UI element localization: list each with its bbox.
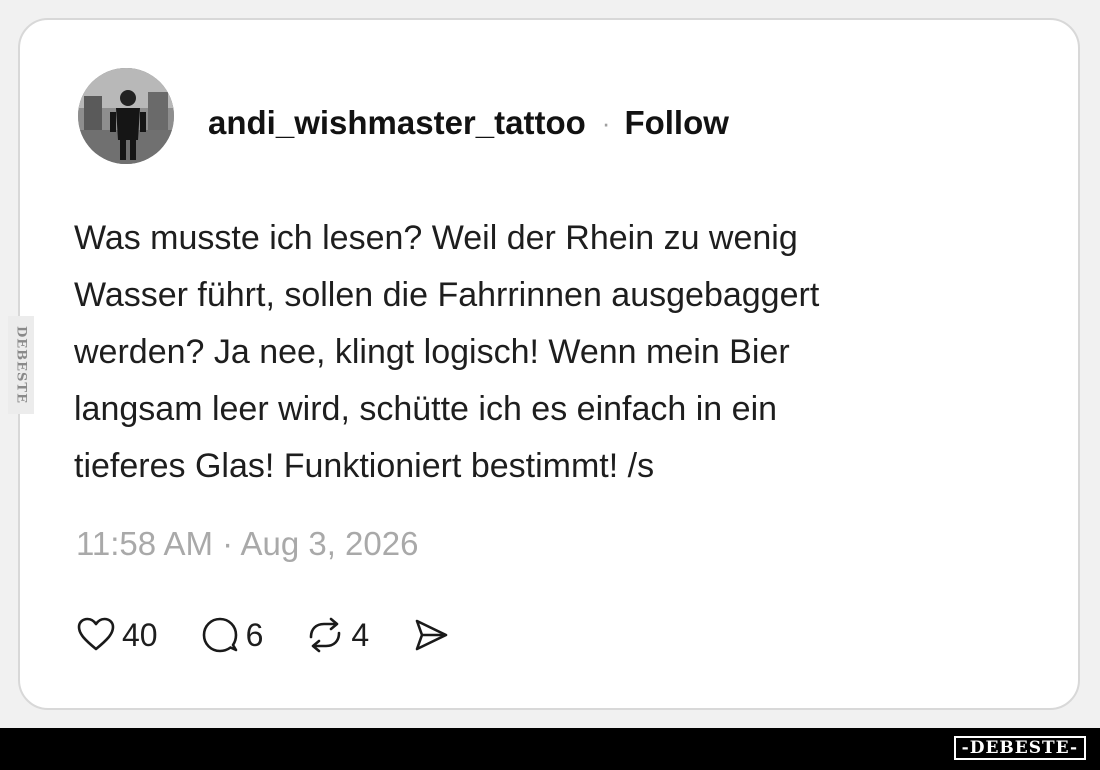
repost-button[interactable]: 4 bbox=[305, 615, 369, 655]
action-bar: 40 6 4 bbox=[76, 612, 493, 658]
post-header: andi_wishmaster_tattoo · Follow bbox=[208, 100, 729, 146]
post-body: Was musste ich lesen? Weil der Rhein zu … bbox=[74, 219, 820, 485]
share-button[interactable] bbox=[411, 615, 451, 655]
side-watermark-text: DEBESTE bbox=[13, 325, 29, 405]
separator-dot: · bbox=[601, 107, 611, 138]
brand-watermark: -DEBESTE- bbox=[953, 736, 1086, 760]
repost-icon bbox=[310, 617, 341, 653]
username[interactable]: andi_wishmaster_tattoo bbox=[208, 104, 586, 142]
avatar-image bbox=[78, 68, 174, 164]
heart-icon bbox=[77, 617, 115, 651]
follow-button[interactable]: Follow bbox=[624, 104, 728, 142]
reply-count: 6 bbox=[245, 616, 264, 653]
like-button[interactable]: 40 bbox=[76, 615, 158, 655]
comment-icon bbox=[202, 617, 237, 653]
share-icon bbox=[415, 619, 448, 651]
like-count: 40 bbox=[122, 616, 158, 653]
post-timestamp[interactable]: 11:58 AM · Aug 3, 2026 bbox=[76, 525, 418, 563]
reply-button[interactable]: 6 bbox=[200, 615, 264, 655]
post-card: andi_wishmaster_tattoo · Follow Was muss… bbox=[18, 18, 1080, 710]
footer-bar: -DEBESTE- bbox=[0, 728, 1100, 770]
repost-count: 4 bbox=[351, 616, 370, 653]
avatar[interactable] bbox=[78, 68, 174, 164]
side-watermark: DEBESTE bbox=[8, 316, 34, 414]
